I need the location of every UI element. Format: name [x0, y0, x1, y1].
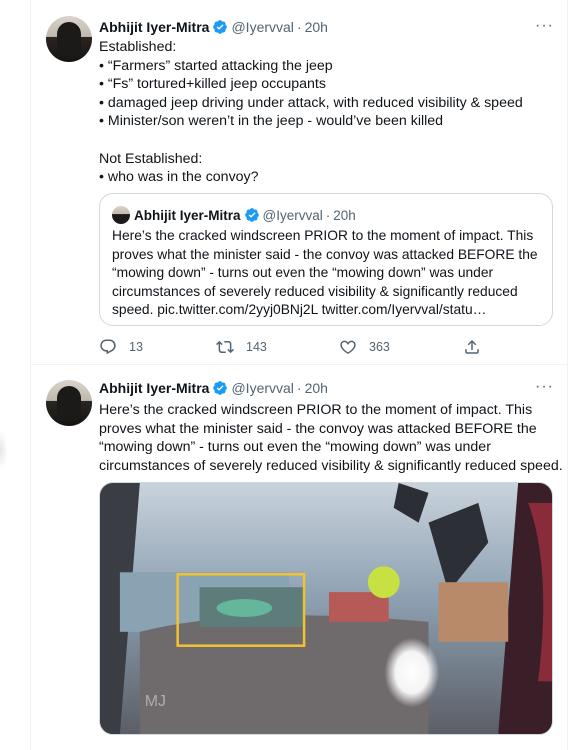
tweet-text: Here’s the cracked windscreen PRIOR to t… — [99, 401, 563, 475]
tweet-header: Abhijit Iyer-Mitra @Iyervval · 20h — [99, 379, 328, 397]
retweet-button[interactable]: 143 — [216, 338, 267, 356]
tweet-text-line: Established: — [99, 39, 177, 55]
author-handle[interactable]: @Iyervval — [231, 18, 293, 36]
quoted-timestamp: 20h — [333, 207, 356, 223]
quoted-text-line: speed. pic.twitter.com/2yyj0BNj2L twitte… — [112, 302, 487, 318]
like-button[interactable]: 363 — [339, 338, 390, 356]
timestamp[interactable]: 20h — [305, 379, 328, 397]
tweet-text-line: • damaged jeep driving under attack, wit… — [99, 94, 523, 111]
quoted-tweet-text: Here’s the cracked windscreen PRIOR to t… — [112, 227, 542, 320]
tweet-text-line: circumstances of severely reduced visibi… — [99, 457, 563, 474]
author-handle[interactable]: @Iyervval — [231, 379, 293, 397]
quoted-text-line: proves what the minister said - the conv… — [112, 246, 538, 262]
more-options-icon[interactable]: ··· — [535, 378, 554, 396]
heart-icon — [340, 340, 356, 354]
more-options-icon[interactable]: ··· — [535, 17, 554, 35]
avatar[interactable] — [46, 16, 92, 62]
tweet-text-line: • who was in the convoy? — [99, 169, 259, 186]
page-shadow — [0, 430, 8, 470]
tweet-text-line: • “Farmers” started attacking the jeep — [99, 57, 333, 74]
quoted-author-name: Abhijit Iyer-Mitra — [134, 207, 241, 223]
tweet-text-line: • Minister/son weren’t in the jeep - wou… — [99, 113, 444, 130]
reply-button[interactable]: 13 — [99, 338, 143, 356]
timeline: Abhijit Iyer-Mitra @Iyervval · 20h ··· E… — [30, 0, 568, 750]
quoted-text-line: Here’s the cracked windscreen PRIOR to t… — [112, 228, 534, 243]
separator-dot: · — [325, 207, 331, 223]
share-button[interactable] — [463, 338, 493, 356]
tweet-text: Established: • “Farmers” started attacki… — [99, 38, 559, 187]
quoted-avatar — [112, 206, 130, 224]
media-photo: MJ — [100, 483, 552, 734]
tweet-text-line: Here’s the cracked windscreen PRIOR to t… — [99, 402, 533, 418]
tweet[interactable]: Abhijit Iyer-Mitra @Iyervval · 20h ··· E… — [31, 0, 568, 365]
tweet-header: Abhijit Iyer-Mitra @Iyervval · 20h — [99, 18, 328, 36]
timestamp[interactable]: 20h — [305, 18, 328, 36]
quoted-tweet-header: Abhijit Iyer-Mitra @Iyervval · 20h — [112, 206, 356, 224]
tweet-actions: 13 143 363 — [99, 338, 519, 360]
quoted-text-line: “mowing down” - turns out even the “mowi… — [112, 265, 494, 281]
quoted-author-handle: @Iyervval — [262, 207, 323, 223]
reply-count: 13 — [129, 340, 143, 354]
author-name[interactable]: Abhijit Iyer-Mitra — [99, 379, 209, 397]
tweet-text-line: proves what the minister said - the conv… — [99, 420, 537, 437]
like-count: 363 — [369, 340, 390, 354]
tweet[interactable]: Abhijit Iyer-Mitra @Iyervval · 20h ··· H… — [31, 365, 568, 750]
verified-badge-icon — [213, 20, 228, 34]
tweet-text-line: • “Fs” tortured+killed jeep occupants — [99, 76, 326, 93]
tweet-text-line: Not Established: — [99, 150, 203, 167]
author-name[interactable]: Abhijit Iyer-Mitra — [99, 18, 209, 36]
tweet-text-line: “mowing down” - turns out even the “mowi… — [99, 439, 491, 456]
retweet-count: 143 — [246, 340, 267, 354]
quoted-tweet[interactable]: Abhijit Iyer-Mitra @Iyervval · 20h Here’… — [99, 193, 553, 326]
media-watermark: MJ — [145, 693, 166, 710]
share-icon — [465, 339, 479, 354]
verified-badge-icon — [244, 208, 259, 222]
verified-badge-icon — [213, 381, 228, 395]
avatar[interactable] — [46, 380, 92, 426]
separator-dot: · — [296, 380, 302, 396]
tweet-text-line — [99, 131, 559, 150]
retweet-icon — [216, 340, 234, 354]
tweet-media-image[interactable]: MJ — [99, 482, 553, 735]
separator-dot: · — [296, 19, 302, 35]
reply-icon — [100, 339, 116, 355]
quoted-text-line: circumstances of severely reduced visibi… — [112, 283, 518, 299]
